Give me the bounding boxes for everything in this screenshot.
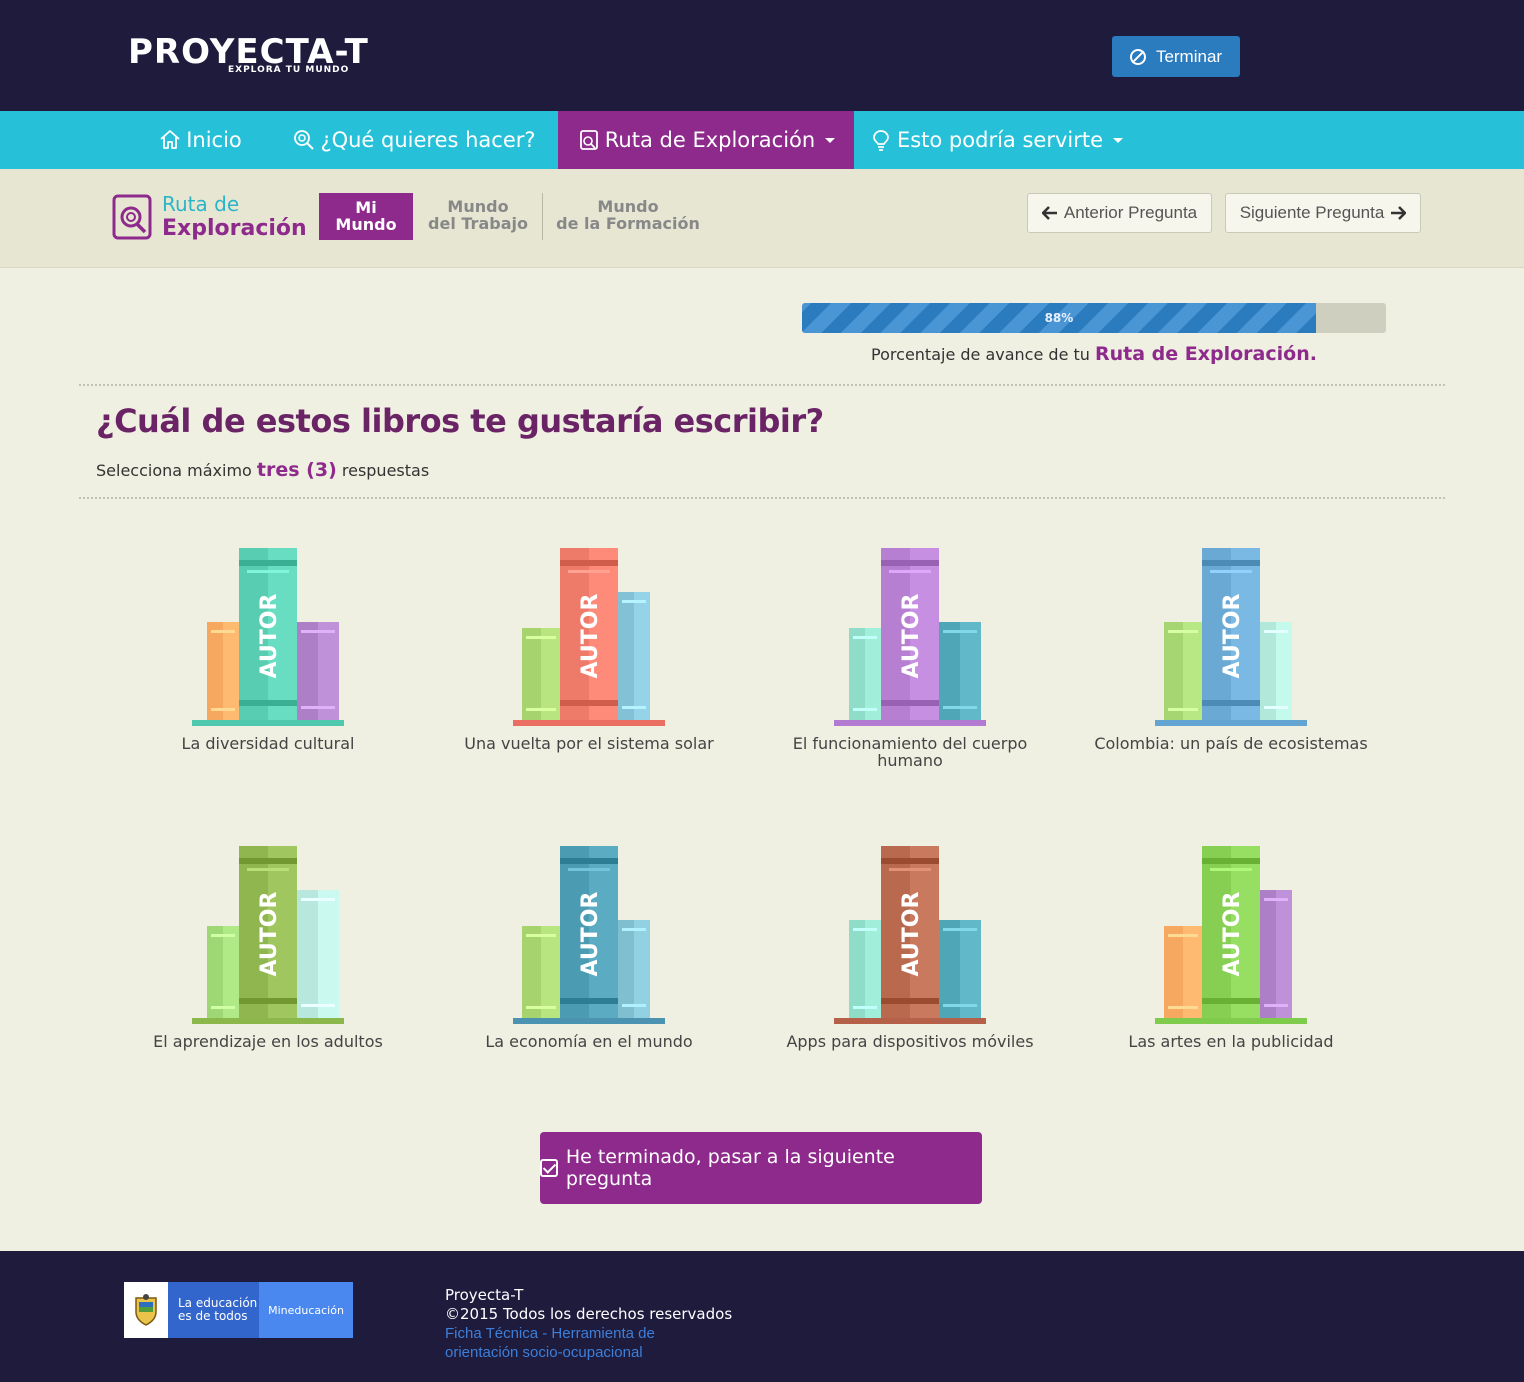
tab-mi-mundo-line1: Mi: [355, 198, 377, 217]
next-question-label: Siguiente Pregunta: [1239, 203, 1385, 222]
book-stack-illustration: AUTOR: [834, 548, 986, 726]
caret-down-icon: [825, 137, 836, 143]
logo-tagline: EXPLORA TU MUNDO: [228, 65, 350, 75]
instruction-prefix: Selecciona máximo: [96, 461, 257, 480]
progress-caption-strong: Ruta de Exploración.: [1095, 343, 1317, 365]
technical-sheet-link-line1: Ficha Técnica - Herramienta de: [445, 1325, 655, 1342]
svg-text:AUTOR: AUTOR: [578, 594, 603, 679]
book-option[interactable]: AUTOR La economía en el mundo: [439, 846, 739, 1086]
tab-mundo-del-trabajo[interactable]: Mundo del Trabajo: [424, 198, 532, 232]
tab-mi-mundo[interactable]: Mi Mundo: [319, 193, 413, 240]
book-option[interactable]: AUTOR El funcionamiento del cuerpo humano: [760, 548, 1060, 788]
caret-down-icon: [1113, 137, 1124, 143]
finish-next-question-button[interactable]: He terminado, pasar a la siguiente pregu…: [540, 1132, 982, 1204]
previous-question-button[interactable]: Anterior Pregunta: [1027, 193, 1212, 233]
nav-label-inicio: Inicio: [186, 128, 242, 152]
footer-site-name: Proyecta-T: [445, 1286, 524, 1304]
book-stack-illustration: AUTOR: [1155, 846, 1307, 1024]
tab-mundo-de-la-formacion[interactable]: Mundo de la Formación: [556, 198, 700, 232]
route-document-icon: [112, 194, 152, 240]
svg-text:AUTOR: AUTOR: [899, 892, 924, 977]
document-search-icon: [579, 130, 598, 150]
book-option-label: La diversidad cultural: [181, 734, 355, 753]
progress-label: 88%: [1044, 311, 1074, 325]
terminate-label: Terminar: [1155, 46, 1223, 66]
book-option[interactable]: AUTOR Una vuelta por el sistema solar: [439, 548, 739, 788]
technical-sheet-link[interactable]: Ficha Técnica - Herramienta de orientaci…: [445, 1324, 732, 1362]
book-option-label: Una vuelta por el sistema solar: [464, 734, 714, 753]
top-header: PROYECTA-T EXPLORA TU MUNDO Terminar: [0, 0, 1524, 111]
colombia-shield-icon: [124, 1282, 168, 1338]
divider: [79, 497, 1445, 499]
book-option[interactable]: AUTOR Colombia: un país de ecosistemas: [1081, 548, 1381, 788]
terminate-button[interactable]: Terminar: [1112, 36, 1240, 77]
progress-fill: 88%: [802, 303, 1316, 333]
instruction-strong: tres (3): [256, 459, 337, 481]
progress-caption: Porcentaje de avance de tu Ruta de Explo…: [802, 343, 1386, 365]
tab-mi-mundo-line2: Mundo: [335, 215, 397, 234]
instruction-suffix: respuestas: [336, 461, 430, 480]
main-nav: Inicio ¿Qué quieres hacer? Ruta de Explo…: [0, 111, 1524, 169]
book-option-label: La economía en el mundo: [485, 1032, 693, 1051]
svg-text:AUTOR: AUTOR: [257, 594, 282, 679]
book-stack-illustration: AUTOR: [513, 846, 665, 1024]
finish-next-question-label: He terminado, pasar a la siguiente pregu…: [565, 1146, 895, 1190]
ministry-label: Mineducación: [259, 1282, 353, 1338]
svg-text:AUTOR: AUTOR: [899, 594, 924, 679]
tab-trabajo-line1: Mundo: [447, 197, 509, 216]
book-option[interactable]: AUTOR El aprendizaje en los adultos: [118, 846, 418, 1086]
edu-line2: es de todos: [178, 1309, 248, 1323]
book-stack-illustration: AUTOR: [192, 846, 344, 1024]
nav-label-que-quieres-hacer: ¿Qué quieres hacer?: [320, 128, 536, 152]
book-option[interactable]: AUTOR La diversidad cultural: [118, 548, 418, 788]
footer-copyright: ©2015 Todos los derechos reservados: [445, 1305, 733, 1323]
progress-bar: 88%: [802, 303, 1386, 333]
book-stack-illustration: AUTOR: [834, 846, 986, 1024]
book-option-label: El funcionamiento del cuerpo humano: [792, 734, 1028, 770]
mineducacion-logo[interactable]: La educación es de todos Mineducación: [124, 1282, 353, 1338]
book-stack-illustration: AUTOR: [192, 548, 344, 726]
tab-formacion-line1: Mundo: [597, 197, 659, 216]
search-icon: [294, 130, 315, 150]
tab-divider: [542, 193, 543, 240]
arrow-left-icon: [1041, 206, 1057, 220]
book-option-label: Colombia: un país de ecosistemas: [1094, 734, 1368, 753]
route-title-line1: Ruta de: [162, 192, 240, 216]
book-option-label: Apps para dispositivos móviles: [786, 1032, 1034, 1051]
book-option[interactable]: AUTOR Las artes en la publicidad: [1081, 846, 1381, 1086]
progress-caption-prefix: Porcentaje de avance de tu: [871, 345, 1095, 364]
education-slogan: La educación es de todos: [168, 1282, 259, 1338]
book-stack-illustration: AUTOR: [513, 548, 665, 726]
proyecta-t-logo[interactable]: PROYECTA-T EXPLORA TU MUNDO: [128, 32, 398, 82]
home-icon: [160, 130, 180, 149]
svg-text:AUTOR: AUTOR: [1220, 892, 1245, 977]
tab-trabajo-line2: del Trabajo: [428, 214, 528, 233]
tab-formacion-line2: de la Formación: [556, 214, 700, 233]
nav-label-esto-podria-servirte: Esto podría servirte: [896, 128, 1104, 152]
book-option[interactable]: AUTOR Apps para dispositivos móviles: [760, 846, 1060, 1086]
next-question-button[interactable]: Siguiente Pregunta: [1225, 193, 1421, 233]
question-instruction: Selecciona máximo tres (3) respuestas: [96, 459, 429, 481]
question-title: ¿Cuál de estos libros te gustaría escrib…: [96, 402, 824, 440]
nav-item-esto-podria-servirte[interactable]: Esto podría servirte: [868, 111, 1124, 169]
previous-question-label: Anterior Pregunta: [1063, 203, 1198, 222]
nav-item-inicio[interactable]: Inicio: [140, 111, 260, 169]
check-square-icon: [540, 1159, 558, 1177]
svg-text:AUTOR: AUTOR: [257, 892, 282, 977]
technical-sheet-link-line2: orientación socio-ocupacional: [445, 1344, 643, 1361]
book-option-label: El aprendizaje en los adultos: [153, 1032, 383, 1051]
divider: [79, 384, 1445, 386]
book-option-label: Las artes en la publicidad: [1128, 1032, 1334, 1051]
arrow-right-icon: [1391, 206, 1407, 220]
footer-text: Proyecta-T ©2015 Todos los derechos rese…: [445, 1286, 732, 1362]
svg-text:AUTOR: AUTOR: [578, 892, 603, 977]
book-stack-illustration: AUTOR: [1155, 548, 1307, 726]
nav-item-que-quieres-hacer[interactable]: ¿Qué quieres hacer?: [284, 111, 544, 169]
nav-item-ruta-de-exploracion[interactable]: Ruta de Exploración: [558, 111, 854, 169]
svg-text:AUTOR: AUTOR: [1220, 594, 1245, 679]
lightbulb-icon: [873, 130, 889, 151]
nav-label-ruta: Ruta de Exploración: [604, 128, 816, 152]
ban-icon: [1129, 48, 1146, 65]
route-title-line2: Exploración: [162, 216, 307, 241]
